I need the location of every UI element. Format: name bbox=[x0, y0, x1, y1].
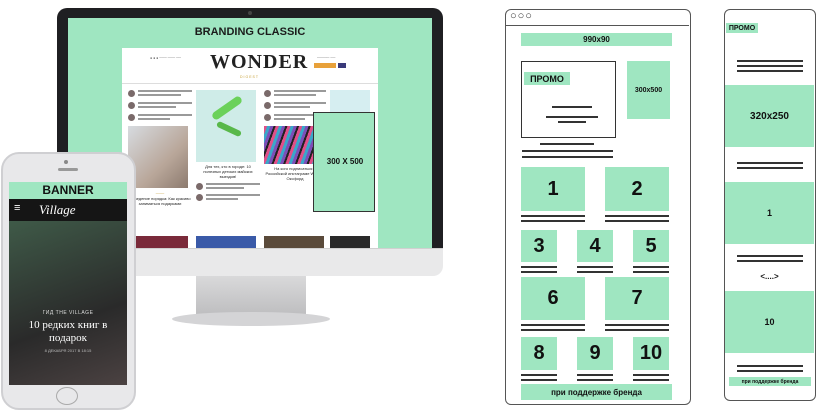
menu-icon[interactable]: ≡ bbox=[14, 202, 20, 214]
monitor-base bbox=[172, 312, 330, 326]
promo-label-mobile[interactable]: ПРОМО bbox=[726, 23, 758, 33]
article-headline[interactable]: 10 редких книг в подарок bbox=[15, 319, 121, 345]
tile-10[interactable]: 10 bbox=[633, 337, 669, 370]
list-item[interactable] bbox=[264, 90, 326, 97]
site-nav-left: ● ● ● ─── ─── ── bbox=[150, 56, 182, 60]
tile-1-mobile[interactable]: 1 bbox=[725, 182, 814, 244]
article-image-woman[interactable] bbox=[128, 126, 188, 188]
ad-320x250[interactable]: 320x250 bbox=[725, 85, 814, 147]
tile-8[interactable]: 8 bbox=[521, 337, 557, 370]
avatar bbox=[128, 114, 135, 121]
tile-2[interactable]: 2 bbox=[605, 167, 669, 211]
tile-5[interactable]: 5 bbox=[633, 230, 669, 262]
bottom-image[interactable] bbox=[196, 236, 256, 248]
avatar bbox=[264, 90, 271, 97]
article-image-pruner[interactable] bbox=[196, 90, 256, 162]
wireframe-desktop: ○○○ 990x90 ПРОМО 300x500 1 2 3 4 5 6 7 8… bbox=[505, 9, 691, 405]
mobile-banner[interactable]: BANNER bbox=[9, 182, 127, 199]
feature-caption-3[interactable]: Наведение порядка: Как красиво заниматьс… bbox=[128, 196, 192, 206]
screen-title: BRANDING CLASSIC bbox=[194, 26, 306, 38]
stage: BRANDING CLASSIC ● ● ● ─── ─── ── ───── … bbox=[0, 0, 816, 410]
tile-9[interactable]: 9 bbox=[577, 337, 613, 370]
tile-6[interactable]: 6 bbox=[521, 277, 585, 320]
site-button-dark[interactable] bbox=[338, 63, 346, 68]
site-button-orange[interactable] bbox=[314, 63, 336, 68]
avatar bbox=[128, 102, 135, 109]
avatar bbox=[196, 194, 203, 201]
promo-label: ПРОМО bbox=[524, 72, 570, 85]
bottom-image[interactable] bbox=[128, 236, 188, 248]
home-button[interactable] bbox=[56, 387, 78, 405]
list-item[interactable] bbox=[128, 114, 192, 121]
avatar bbox=[264, 114, 271, 121]
brand-footer-mobile[interactable]: при поддержке бренда bbox=[729, 377, 811, 386]
list-item[interactable] bbox=[196, 194, 260, 201]
tile-1[interactable]: 1 bbox=[521, 167, 585, 211]
list-item[interactable] bbox=[128, 102, 192, 109]
top-banner-990x90[interactable]: 990x90 bbox=[521, 33, 672, 46]
avatar bbox=[196, 183, 203, 190]
phone-speaker bbox=[58, 168, 78, 171]
bottom-image[interactable] bbox=[330, 236, 370, 248]
promo-thumbnail[interactable] bbox=[330, 90, 370, 112]
middle-column: Для тех, кто в городе: 10 полезных детск… bbox=[196, 90, 260, 201]
article-date: 8 ДЕКАБРЯ 2017 В 18:15 bbox=[44, 348, 92, 353]
site-logo: WONDER bbox=[210, 51, 309, 73]
feature-caption-1[interactable]: Для тех, кто в городе: 10 полезных детск… bbox=[196, 164, 260, 179]
list-item[interactable] bbox=[128, 90, 192, 97]
avatar bbox=[128, 90, 135, 97]
site-divider bbox=[122, 83, 378, 84]
site-sublogo: DIGEST bbox=[240, 75, 260, 79]
site-nav-right: ───── ── bbox=[317, 56, 336, 60]
phone-screen: BANNER ≡ Village ГИД THE VILLAGE 10 редк… bbox=[9, 182, 127, 385]
tile-4[interactable]: 4 bbox=[577, 230, 613, 262]
mobile-header: ≡ Village bbox=[9, 199, 127, 221]
monitor-camera bbox=[248, 11, 252, 15]
site-logo-mobile[interactable]: Village bbox=[39, 202, 76, 218]
tile-7[interactable]: 7 bbox=[605, 277, 669, 320]
side-ad-300x500[interactable]: 300x500 bbox=[627, 61, 670, 119]
phone-camera bbox=[64, 160, 68, 164]
tile-10-mobile[interactable]: 10 bbox=[725, 291, 814, 353]
left-column: ─── Наведение порядка: Как красиво заним… bbox=[128, 90, 192, 206]
monitor-stand bbox=[196, 276, 306, 316]
avatar bbox=[264, 102, 271, 109]
article-kicker: ГИД THE VILLAGE bbox=[42, 310, 94, 316]
tile-3[interactable]: 3 bbox=[521, 230, 557, 262]
bottom-image[interactable] bbox=[264, 236, 324, 248]
window-dots-icon: ○○○ bbox=[510, 10, 533, 22]
brand-footer[interactable]: при поддержке бренда bbox=[521, 384, 672, 400]
list-item[interactable] bbox=[264, 102, 326, 109]
ad-300x500[interactable]: 300 X 500 bbox=[313, 112, 375, 212]
list-item[interactable] bbox=[196, 183, 260, 190]
article-background bbox=[9, 221, 127, 385]
wireframe-mobile: ПРОМО 320x250 1 <....> 10 при поддержке … bbox=[724, 9, 816, 401]
window-titlebar: ○○○ bbox=[506, 10, 689, 26]
ellipsis-indicator: <....> bbox=[760, 272, 779, 281]
promo-block[interactable]: ПРОМО bbox=[521, 61, 616, 138]
